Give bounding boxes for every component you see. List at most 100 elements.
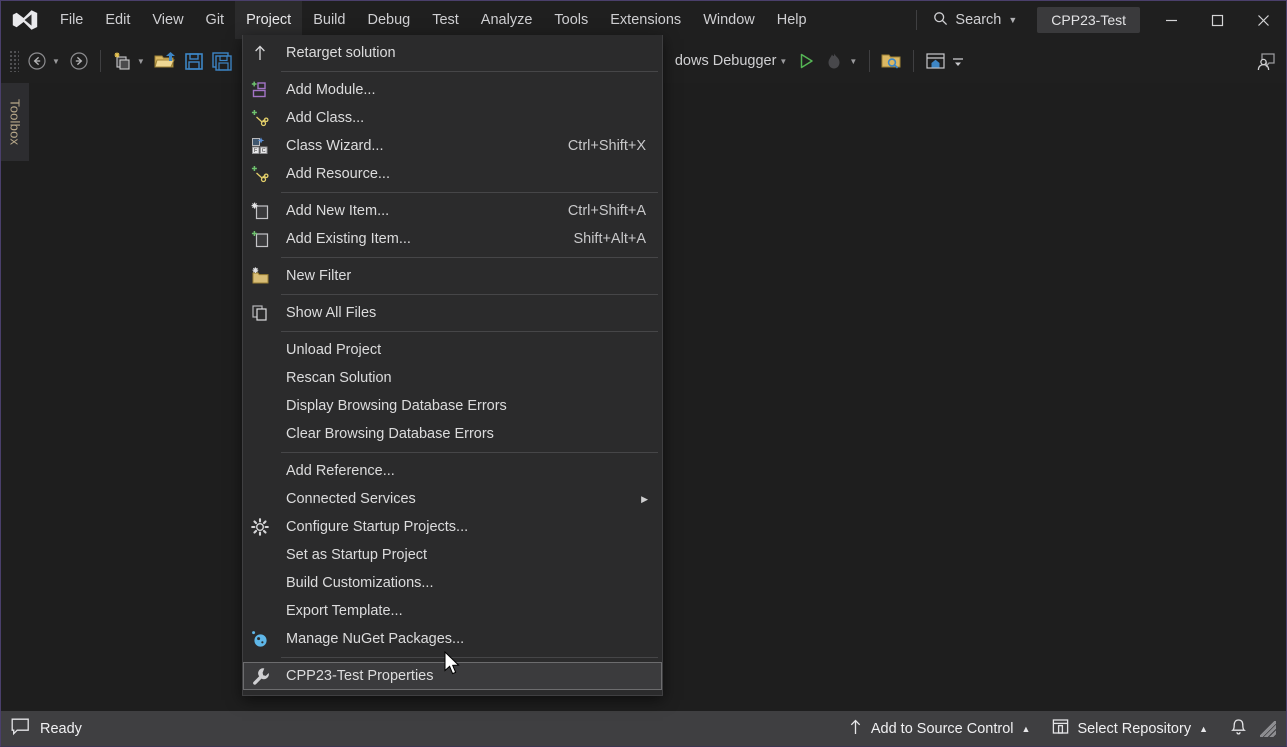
toolbar-grip[interactable]	[9, 50, 19, 72]
menu-item-add-module[interactable]: Add Module...	[243, 76, 662, 104]
arrow-up-icon	[243, 39, 277, 67]
menu-item-label: Set as Startup Project	[286, 547, 428, 563]
menu-item-label: Add Existing Item...	[286, 231, 411, 247]
menu-item-display-browsing-database-errors[interactable]: Display Browsing Database Errors	[243, 392, 662, 420]
add-to-source-control-button[interactable]: Add to Source Control ▲	[837, 711, 1042, 746]
menu-bar[interactable]: File Edit View Git Project Build Debug Test Anal…	[49, 1, 818, 39]
menu-item-add-reference[interactable]: Add Reference...	[243, 457, 662, 485]
menu-item-label: Retarget solution	[286, 45, 396, 61]
solution-explorer-home-button[interactable]	[921, 46, 950, 76]
close-button[interactable]	[1240, 1, 1286, 39]
menu-item-clear-browsing-database-errors[interactable]: Clear Browsing Database Errors	[243, 420, 662, 448]
menu-separator	[281, 192, 658, 193]
toolbox-dock: Toolbox	[1, 83, 29, 711]
show-all-files-icon	[243, 299, 277, 327]
arrow-up-icon	[848, 719, 863, 739]
menu-separator	[281, 294, 658, 295]
hot-reload-dropdown[interactable]: ▼	[848, 46, 862, 76]
menu-item-class-wizard[interactable]: F C Class Wizard... Ctrl+Shift+X	[243, 132, 662, 160]
live-share-icon[interactable]	[1252, 46, 1280, 76]
menu-item-build-customizations[interactable]: Build Customizations...	[243, 569, 662, 597]
menu-item-show-all-files[interactable]: Show All Files	[243, 299, 662, 327]
title-bar-right: Search ▼ CPP23-Test	[910, 1, 1286, 39]
menu-debug[interactable]: Debug	[356, 1, 421, 39]
menu-separator	[281, 71, 658, 72]
save-button[interactable]	[180, 46, 208, 76]
minimize-button[interactable]	[1148, 1, 1194, 39]
menu-item-label: Unload Project	[286, 342, 382, 358]
menu-item-label: Rescan Solution	[286, 370, 392, 386]
toolbar-divider-3	[869, 50, 871, 72]
select-repository-label: Select Repository	[1077, 720, 1192, 737]
menu-item-rescan-solution[interactable]: Rescan Solution	[243, 364, 662, 392]
menu-item-label: Add Resource...	[286, 166, 390, 182]
toolbox-tab[interactable]: Toolbox	[1, 83, 29, 161]
menu-item-no-icon	[243, 392, 277, 420]
toolbox-label: Toolbox	[7, 98, 23, 146]
new-project-button[interactable]	[108, 46, 136, 76]
status-left: Ready	[1, 718, 82, 739]
new-project-dropdown[interactable]: ▼	[136, 46, 150, 76]
debug-target-dropdown[interactable]: ▼	[778, 46, 792, 76]
status-bar: Ready Add to Source Control ▲ Select Rep…	[1, 711, 1286, 746]
search-label: Search	[955, 12, 1002, 28]
menu-item-new-filter[interactable]: New Filter	[243, 262, 662, 290]
menu-item-no-icon	[243, 457, 277, 485]
title-bar: File Edit View Git Project Build Debug Test Anal…	[1, 1, 1286, 39]
navigate-forward-button[interactable]	[65, 46, 93, 76]
menu-item-cpp23-test-properties[interactable]: CPP23-Test Properties	[243, 662, 662, 690]
toolbar-divider-4	[913, 50, 915, 72]
menu-help[interactable]: Help	[766, 1, 818, 39]
select-repository-button[interactable]: Select Repository ▲	[1041, 711, 1219, 746]
menu-item-add-resource[interactable]: Add Resource...	[243, 160, 662, 188]
save-all-button[interactable]	[208, 46, 238, 76]
resize-grip[interactable]	[1260, 720, 1276, 737]
menu-item-label: New Filter	[286, 268, 352, 284]
menu-item-retarget-solution[interactable]: Retarget solution	[243, 39, 662, 67]
menu-git[interactable]: Git	[195, 1, 236, 39]
menu-item-no-icon	[243, 336, 277, 364]
menu-analyze[interactable]: Analyze	[470, 1, 544, 39]
menu-build[interactable]: Build	[302, 1, 356, 39]
menu-project[interactable]: Project	[235, 1, 303, 39]
status-notification-icon	[11, 718, 30, 739]
navigate-backward-button[interactable]	[23, 46, 51, 76]
menu-test[interactable]: Test	[421, 1, 470, 39]
menu-item-no-icon	[243, 364, 277, 392]
add-class-icon	[243, 104, 277, 132]
menu-item-connected-services[interactable]: Connected Services ▶	[243, 485, 662, 513]
add-module-icon	[243, 76, 277, 104]
start-debugging-button[interactable]	[792, 46, 820, 76]
nuget-icon	[243, 625, 277, 653]
menu-item-manage-nuget-packages[interactable]: Manage NuGet Packages...	[243, 625, 662, 653]
menu-view[interactable]: View	[141, 1, 194, 39]
project-chip[interactable]: CPP23-Test	[1037, 7, 1140, 33]
hot-reload-button[interactable]	[820, 46, 848, 76]
menu-item-add-existing-item[interactable]: Add Existing Item... Shift+Alt+A	[243, 225, 662, 253]
search-button[interactable]: Search ▼	[923, 1, 1027, 39]
toolbar-overflow-button[interactable]	[950, 46, 970, 76]
menu-extensions[interactable]: Extensions	[599, 1, 692, 39]
menu-tools[interactable]: Tools	[543, 1, 599, 39]
maximize-button[interactable]	[1194, 1, 1240, 39]
menu-item-unload-project[interactable]: Unload Project	[243, 336, 662, 364]
menu-item-export-template[interactable]: Export Template...	[243, 597, 662, 625]
menu-item-label: Manage NuGet Packages...	[286, 631, 465, 647]
menu-window[interactable]: Window	[692, 1, 766, 39]
menu-edit[interactable]: Edit	[94, 1, 141, 39]
menu-item-add-new-item[interactable]: Add New Item... Ctrl+Shift+A	[243, 197, 662, 225]
search-icon	[933, 11, 948, 30]
menu-item-no-icon	[243, 485, 277, 513]
wrench-icon	[244, 662, 277, 690]
menu-item-configure-startup-projects[interactable]: Configure Startup Projects...	[243, 513, 662, 541]
open-file-button[interactable]	[150, 46, 180, 76]
menu-item-no-icon	[243, 569, 277, 597]
menu-file[interactable]: File	[49, 1, 94, 39]
menu-item-no-icon	[243, 420, 277, 448]
notifications-button[interactable]	[1219, 711, 1258, 746]
navigate-backward-dropdown[interactable]: ▼	[51, 46, 65, 76]
solution-explorer-search-button[interactable]	[877, 46, 906, 76]
project-menu-dropdown[interactable]: Retarget solution Add Module... Add Class.…	[242, 35, 663, 696]
menu-item-set-as-startup-project[interactable]: Set as Startup Project	[243, 541, 662, 569]
menu-item-add-class[interactable]: Add Class...	[243, 104, 662, 132]
